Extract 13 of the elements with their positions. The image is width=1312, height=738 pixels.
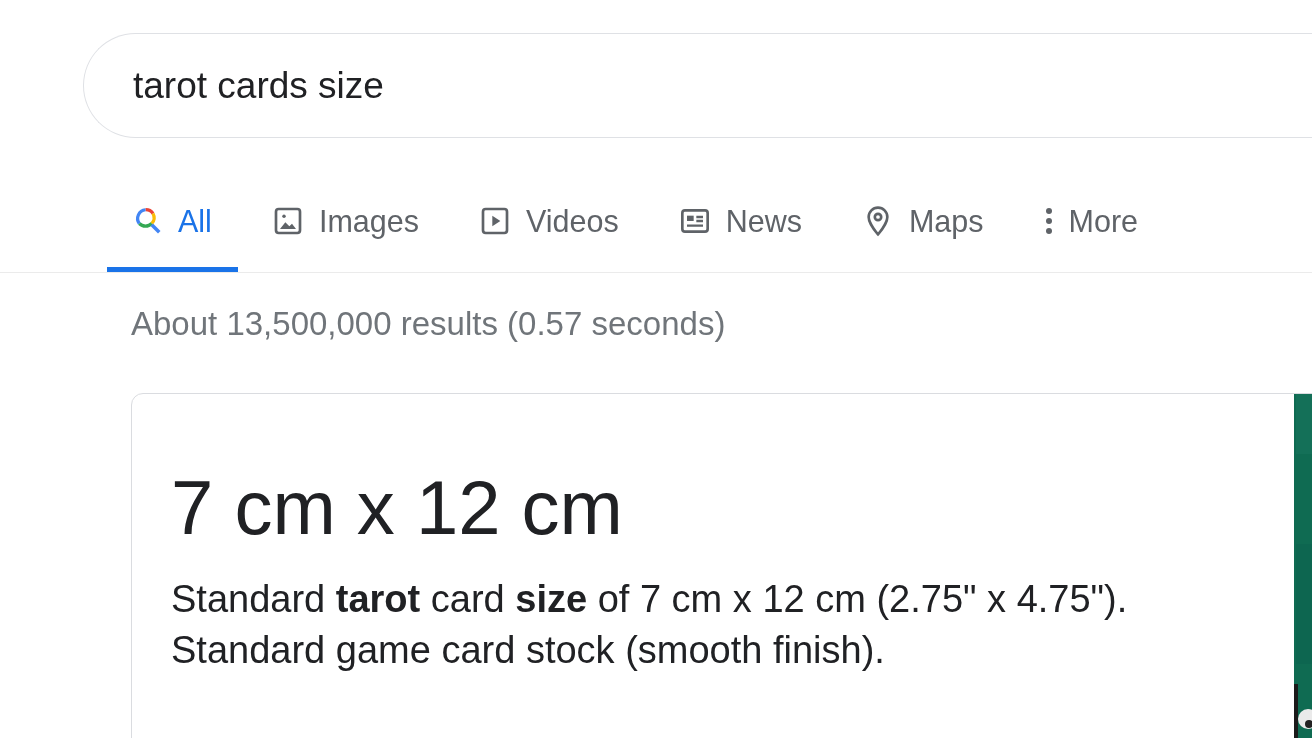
- answer-snippet: Standard tarot card size of 7 cm x 12 cm (2.75" x 4.75"). Standard game card stock (smooth finish).: [171, 577, 1129, 673]
- search-input[interactable]: tarot cards size: [133, 64, 1033, 107]
- search-icon: [133, 206, 163, 236]
- answer-title: 7 cm x 12 cm: [171, 470, 624, 546]
- search-tab[interactable]: Images: [245, 183, 445, 272]
- search-tab[interactable]: More: [1017, 183, 1164, 272]
- search-tab[interactable]: News: [652, 183, 828, 272]
- result-stats: About 13,500,000 results (0.57 seconds): [131, 305, 727, 343]
- search-tab[interactable]: Videos: [452, 183, 645, 272]
- search-field[interactable]: tarot cards size: [83, 33, 1312, 138]
- search-tab[interactable]: Maps: [835, 183, 1010, 272]
- search-tab[interactable]: All: [107, 183, 238, 272]
- more-icon: [1043, 207, 1054, 235]
